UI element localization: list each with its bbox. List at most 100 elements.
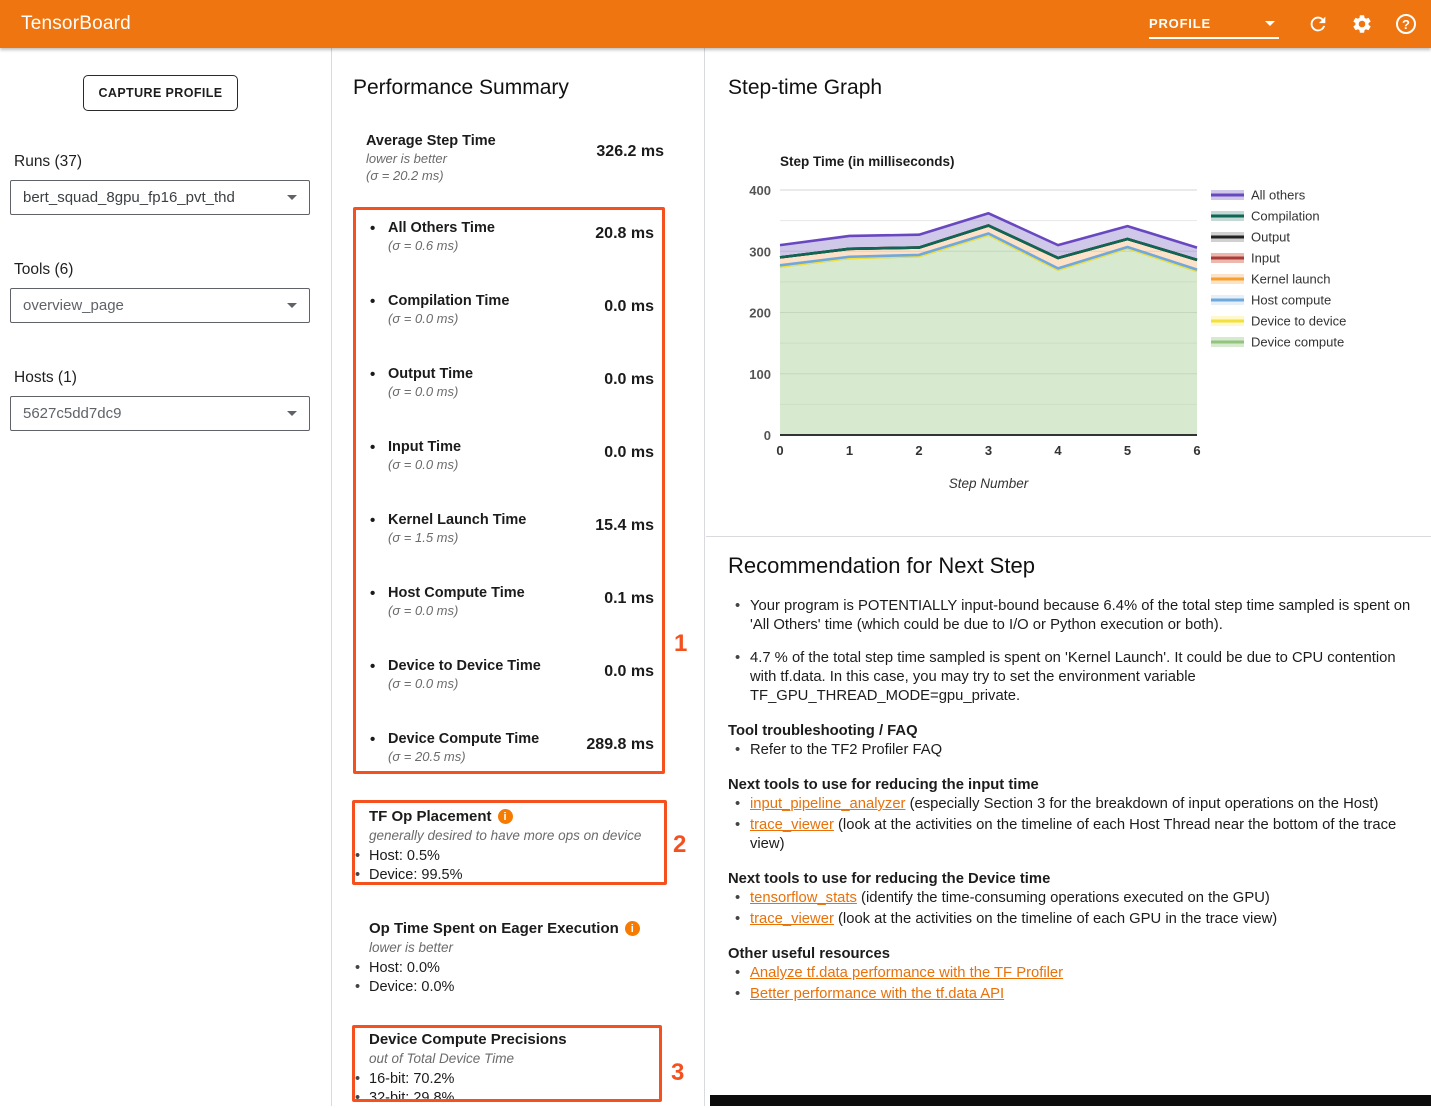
- item-text: (identify the time-consuming operations …: [857, 890, 1270, 906]
- link-trace-viewer[interactable]: trace_viewer: [750, 817, 834, 833]
- step-time-graph-title: Step-time Graph: [728, 76, 882, 100]
- metric-sigma: (σ = 0.0 ms): [388, 457, 604, 472]
- metric-row: Device to Device Time (σ = 0.0 ms)0.0 ms: [366, 658, 654, 731]
- tools-select[interactable]: overview_page: [10, 288, 310, 323]
- step-time-breakdown-list: All Others Time(σ = 0.6 ms)20.8 msCompil…: [366, 220, 654, 804]
- tools-selector-group: Tools (6) overview_page: [10, 261, 310, 323]
- hosts-select[interactable]: 5627c5dd7dc9: [10, 396, 310, 431]
- device-precisions-subtitle: out of Total Device Time: [354, 1051, 654, 1066]
- tools-select-value: overview_page: [23, 297, 287, 314]
- recommendation-item: trace_viewer (look at the activities on …: [728, 910, 1420, 929]
- chevron-down-icon: [287, 411, 297, 416]
- step-time-chart[interactable]: Step Time (in milliseconds) 0 100 200 300 400…: [741, 148, 1421, 508]
- y-tick-label: 300: [749, 244, 771, 259]
- average-step-time-sigma: (σ = 20.2 ms): [366, 168, 596, 183]
- device-precisions-title: Device Compute Precisions: [369, 1031, 567, 1048]
- item-text: (look at the activities on the timeline …: [750, 817, 1396, 852]
- x-tick-label: 0: [776, 443, 783, 458]
- link-input-pipeline-analyzer[interactable]: input_pipeline_analyzer: [750, 796, 905, 812]
- bottom-section-edge: [710, 1095, 1431, 1106]
- metric-row: Kernel Launch Time(σ = 1.5 ms)15.4 ms: [366, 512, 654, 585]
- runs-select[interactable]: bert_squad_8gpu_fp16_pvt_thd: [10, 180, 310, 215]
- metric-value: 0.0 ms: [604, 298, 654, 366]
- recommendation-heading: Next tools to use for reducing the input…: [728, 777, 1420, 793]
- metric-label: Device to Device Time: [388, 658, 604, 674]
- metric-label: Kernel Launch Time: [388, 512, 595, 528]
- metric-row: Host Compute Time(σ = 0.0 ms)0.1 ms: [366, 585, 654, 658]
- average-step-time-value: 326.2 ms: [596, 143, 664, 183]
- eager-execution-subtitle: lower is better: [354, 940, 654, 955]
- performance-summary-title: Performance Summary: [353, 76, 569, 100]
- link-analyze-tf-data-performance-with-the-tf-profiler[interactable]: Analyze tf.data performance with the TF …: [750, 965, 1063, 981]
- app-title: TensorBoard: [21, 13, 131, 35]
- settings-icon[interactable]: [1349, 11, 1375, 37]
- metric-sigma: (σ = 0.6 ms): [388, 238, 595, 253]
- metric-label: Host Compute Time: [388, 585, 604, 601]
- recommendation-item: tensorflow_stats (identify the time-cons…: [728, 889, 1420, 908]
- device-precisions-32bit: 32-bit: 29.8%: [354, 1089, 654, 1108]
- eager-execution-device: Device: 0.0%: [354, 978, 654, 997]
- metric-sigma: (σ = 0.0 ms): [388, 603, 604, 618]
- legend-label[interactable]: Device to device: [1251, 314, 1346, 329]
- help-icon[interactable]: ?: [1393, 11, 1419, 37]
- info-icon[interactable]: i: [498, 809, 513, 824]
- metric-row: Compilation Time (σ = 0.0 ms)0.0 ms: [366, 293, 654, 366]
- recommendation-item: trace_viewer (look at the activities on …: [728, 816, 1420, 854]
- x-tick-label: 1: [846, 443, 853, 458]
- item-text: Refer to the TF2 Profiler FAQ: [750, 742, 942, 758]
- legend-label[interactable]: Host compute: [1251, 293, 1331, 308]
- link-tensorflow-stats[interactable]: tensorflow_stats: [750, 890, 857, 906]
- metric-value: 0.0 ms: [604, 444, 654, 512]
- recommendation-heading: Other useful resources: [728, 946, 1420, 962]
- recommendation-item: Refer to the TF2 Profiler FAQ: [728, 741, 1420, 760]
- recommendation-bullet: Your program is POTENTIALLY input-bound …: [728, 597, 1420, 635]
- device-precisions-16bit: 16-bit: 70.2%: [354, 1070, 654, 1089]
- metric-label: Device Compute Time: [388, 731, 586, 747]
- recommendation-item: input_pipeline_analyzer (especially Sect…: [728, 795, 1420, 814]
- help-question-glyph: ?: [1396, 14, 1416, 34]
- metric-sigma: (σ = 0.0 ms): [388, 676, 604, 691]
- annotation-label-2: 2: [673, 831, 686, 859]
- hosts-select-value: 5627c5dd7dc9: [23, 405, 287, 422]
- y-tick-label: 100: [749, 367, 771, 382]
- legend-label[interactable]: All others: [1251, 188, 1306, 203]
- eager-execution-block: Op Time Spent on Eager Executioni lower …: [354, 920, 654, 997]
- info-icon[interactable]: i: [625, 921, 640, 936]
- refresh-icon[interactable]: [1305, 11, 1331, 37]
- legend-label[interactable]: Input: [1251, 251, 1280, 266]
- x-tick-label: 3: [985, 443, 992, 458]
- x-tick-label: 4: [1054, 443, 1062, 458]
- dashboard-selector[interactable]: PROFILE: [1149, 9, 1279, 39]
- metric-label: Input Time: [388, 439, 604, 455]
- dashboard-selector-value: PROFILE: [1149, 16, 1211, 31]
- annotation-label-1: 1: [674, 630, 687, 658]
- link-trace-viewer[interactable]: trace_viewer: [750, 911, 834, 927]
- y-tick-label: 200: [749, 306, 771, 321]
- metric-label: Compilation Time: [388, 293, 604, 309]
- metric-value: 0.0 ms: [604, 663, 654, 731]
- metric-value: 20.8 ms: [595, 225, 654, 293]
- tools-label: Tools (6): [14, 261, 310, 279]
- capture-profile-button[interactable]: CAPTURE PROFILE: [83, 75, 238, 111]
- link-better-performance-with-the-tf-data-api[interactable]: Better performance with the tf.data API: [750, 986, 1004, 1002]
- y-tick-label: 400: [749, 183, 771, 198]
- metric-label: Output Time: [388, 366, 604, 382]
- legend-label[interactable]: Output: [1251, 230, 1290, 245]
- performance-summary-panel: Performance Summary Average Step Time lo…: [332, 48, 705, 1106]
- recommendation-bullet: 4.7 % of the total step time sampled is …: [728, 649, 1420, 706]
- hosts-label: Hosts (1): [14, 369, 310, 387]
- chart-axis-title: Step Time (in milliseconds): [780, 154, 955, 169]
- average-step-time-note: lower is better: [366, 151, 596, 166]
- chevron-down-icon: [287, 303, 297, 308]
- metric-value: 289.8 ms: [586, 736, 654, 804]
- eager-execution-host: Host: 0.0%: [354, 959, 654, 978]
- legend-label[interactable]: Compilation: [1251, 209, 1320, 224]
- legend-label[interactable]: Device compute: [1251, 335, 1344, 350]
- metric-sigma: (σ = 0.0 ms): [388, 311, 604, 326]
- tf-op-placement-subtitle: generally desired to have more ops on de…: [354, 828, 654, 843]
- x-axis-title: Step Number: [949, 476, 1029, 491]
- device-precisions-block: Device Compute Precisions out of Total D…: [354, 1031, 654, 1108]
- right-panel: Step-time Graph Step Time (in millisecon…: [706, 48, 1431, 1106]
- legend-label[interactable]: Kernel launch: [1251, 272, 1331, 287]
- area-device-compute: [780, 235, 1197, 435]
